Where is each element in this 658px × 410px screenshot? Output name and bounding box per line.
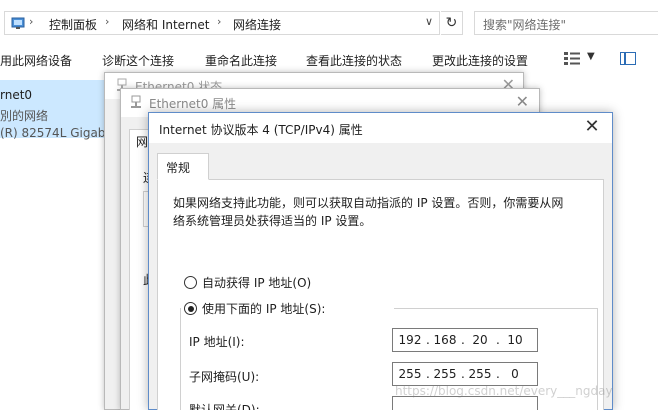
breadcrumb-chevron-icon: ›: [29, 15, 34, 28]
search-input[interactable]: 搜索"网络连接": [474, 11, 658, 35]
preview-pane-icon[interactable]: [620, 52, 636, 65]
ip-address-label: IP 地址(I):: [189, 335, 245, 349]
octet-separator: .: [496, 401, 500, 410]
radio-auto-ip[interactable]: [184, 276, 197, 289]
radio-auto-ip-label[interactable]: 自动获得 IP 地址(O): [202, 274, 311, 291]
view-options-icon[interactable]: [564, 52, 580, 66]
octet-separator: .: [426, 401, 430, 410]
ip-octet[interactable]: 0: [502, 367, 528, 381]
description-line: 如果网络支持此功能，则可以获取自动指派的 IP 设置。否则，你需要从网: [173, 196, 564, 210]
ip-octet[interactable]: 255: [467, 367, 493, 381]
breadcrumb-item[interactable]: 网络和 Internet: [122, 16, 209, 33]
watermark: https://blog.csdn.net/every___ngday: [395, 384, 613, 398]
chevron-down-icon[interactable]: ∨: [425, 15, 433, 28]
refresh-icon: ↻: [445, 15, 458, 31]
ip-octet[interactable]: 255: [432, 367, 458, 381]
ip-octet[interactable]: 20: [467, 333, 493, 347]
ip-octet[interactable]: 255: [397, 367, 423, 381]
control-panel-icon: [11, 17, 25, 29]
network-icon: [131, 95, 141, 108]
tab-label: 常规: [166, 161, 191, 175]
disable-device-button[interactable]: 用此网络设备: [0, 52, 72, 69]
view-status-button[interactable]: 查看此连接的状态: [306, 52, 402, 69]
adapter-name: rnet0: [0, 88, 33, 102]
group-border: [394, 308, 598, 309]
diagnose-button[interactable]: 诊断这个连接: [102, 52, 174, 69]
title-bar: Internet 协议版本 4 (TCP/IPv4) 属性 ✕: [149, 113, 612, 143]
breadcrumb-item[interactable]: 网络连接: [233, 16, 281, 33]
ip-address-input[interactable]: 192 . 168 . 20 . 10: [392, 328, 538, 352]
octet-separator: .: [461, 333, 465, 347]
default-gateway-label: 默认网关(D):: [189, 403, 260, 410]
chevron-down-icon[interactable]: ▼: [587, 51, 595, 62]
default-gateway-input[interactable]: . . .: [392, 396, 538, 410]
adapter-item[interactable]: rnet0 別的网络 (R) 82574L Gigabit: [0, 80, 116, 140]
breadcrumb-item[interactable]: 控制面板: [49, 16, 97, 33]
close-icon[interactable]: ✕: [580, 116, 604, 137]
ip-octet[interactable]: 10: [502, 333, 528, 347]
address-row: › 控制面板 › 网络和 Internet › 网络连接 ∨ ↻ 搜索"网络连接…: [0, 0, 658, 46]
ipv4-properties-dialog: Internet 协议版本 4 (TCP/IPv4) 属性 ✕ 常规 如果网络支…: [148, 112, 613, 410]
breadcrumb-chevron-icon[interactable]: ›: [217, 15, 221, 28]
tab-general[interactable]: 常规: [157, 153, 209, 180]
change-settings-button[interactable]: 更改此连接的设置: [432, 52, 528, 69]
adapter-device: (R) 82574L Gigabit: [0, 126, 114, 140]
general-panel: 如果网络支持此功能，则可以获取自动指派的 IP 设置。否则，你需要从网 络系统管…: [157, 179, 604, 410]
search-placeholder: 搜索"网络连接": [483, 18, 567, 32]
octet-separator: .: [496, 333, 500, 347]
octet-separator: .: [426, 333, 430, 347]
breadcrumb-chevron-icon[interactable]: ›: [105, 15, 109, 28]
ip-octet[interactable]: 168: [432, 333, 458, 347]
rename-button[interactable]: 重命名此连接: [205, 52, 277, 69]
description-text: 如果网络支持此功能，则可以获取自动指派的 IP 设置。否则，你需要从网 络系统管…: [173, 194, 588, 230]
command-bar: 用此网络设备 诊断这个连接 重命名此连接 查看此连接的状态 更改此连接的设置 ▼: [0, 46, 658, 74]
octet-separator: .: [426, 367, 430, 381]
close-icon[interactable]: ✕: [516, 92, 529, 111]
octet-separator: .: [461, 401, 465, 410]
dialog-title: Internet 协议版本 4 (TCP/IPv4) 属性: [159, 123, 363, 137]
octet-separator: .: [496, 367, 500, 381]
address-bar[interactable]: › 控制面板 › 网络和 Internet › 网络连接 ∨: [4, 11, 440, 35]
octet-separator: .: [461, 367, 465, 381]
dialog-title: Ethernet0 属性: [149, 97, 237, 111]
ip-octet[interactable]: 192: [397, 333, 423, 347]
subnet-mask-input[interactable]: 255 . 255 . 255 . 0: [392, 362, 538, 386]
adapter-status: 別的网络: [0, 109, 49, 123]
description-line: 络系统管理员处获得适当的 IP 设置。: [173, 214, 372, 228]
refresh-button[interactable]: ↻: [441, 11, 463, 35]
subnet-mask-label: 子网掩码(U):: [189, 370, 260, 384]
